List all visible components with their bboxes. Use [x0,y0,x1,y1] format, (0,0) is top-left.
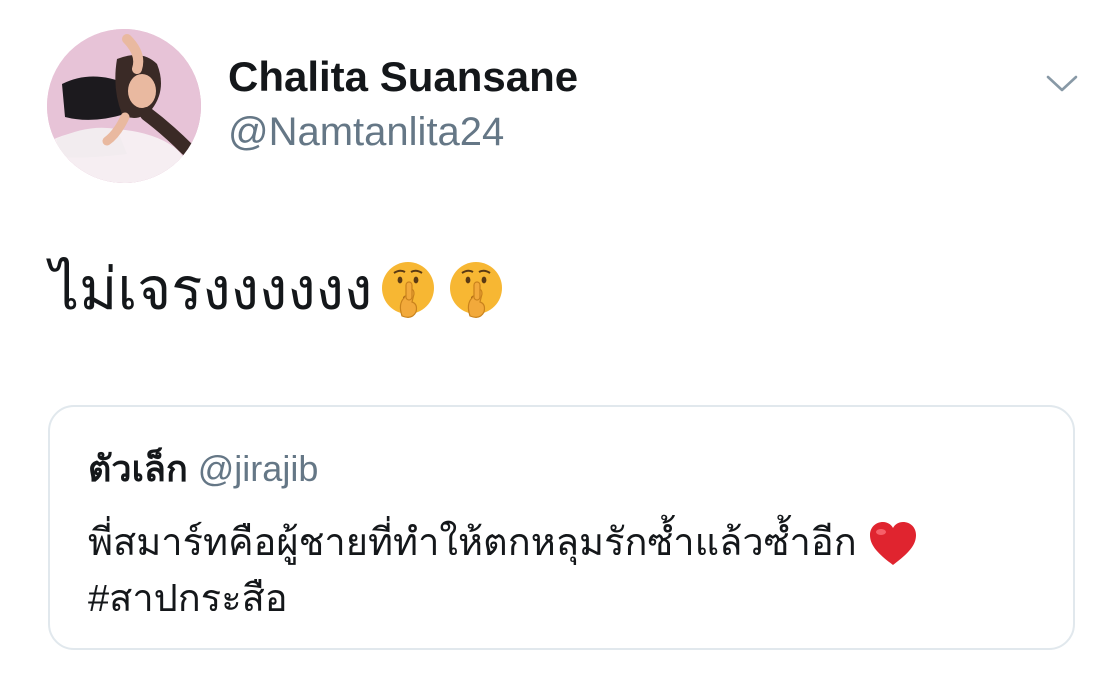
quoted-tweet-line-1: พี่สมาร์ทคือผู้ชายที่ทำให้ตกหลุมรักซ้ำแล… [88,515,1048,571]
quoted-author-handle: @jirajib [197,448,319,489]
avatar-photo-icon [47,29,201,183]
author-avatar[interactable] [47,29,201,183]
quoted-tweet-text: พี่สมาร์ทคือผู้ชายที่ทำให้ตกหลุมรักซ้ำแล… [88,522,857,564]
author-handle[interactable]: @Namtanlita24 [228,110,504,154]
author-display-name[interactable]: Chalita Suansane [228,54,578,100]
tweet-text: ไม่เจรงงงงงง [50,257,373,322]
quoted-tweet-hashtag[interactable]: #สาปกระสือ [88,571,1048,627]
quoted-tweet-body: พี่สมาร์ทคือผู้ชายที่ทำให้ตกหลุมรักซ้ำแล… [88,515,1048,627]
tweet-body: ไม่เจรงงงงงง [50,248,508,332]
chevron-down-icon [1046,75,1078,92]
quoted-tweet-header: ตัวเล็ก @jirajib [88,447,318,491]
tweet-menu-button[interactable] [1042,68,1082,98]
shushing-face-emoji-icon [382,262,435,318]
shushing-face-emoji-icon [450,262,503,318]
quoted-tweet[interactable]: ตัวเล็ก @jirajib พี่สมาร์ทคือผู้ชายที่ทำใ… [48,405,1075,650]
quoted-author-name: ตัวเล็ก [88,448,188,489]
red-heart-emoji-icon [869,521,916,565]
tweet-card: Chalita Suansane @Namtanlita24 ไม่เจรงงง… [0,0,1105,682]
